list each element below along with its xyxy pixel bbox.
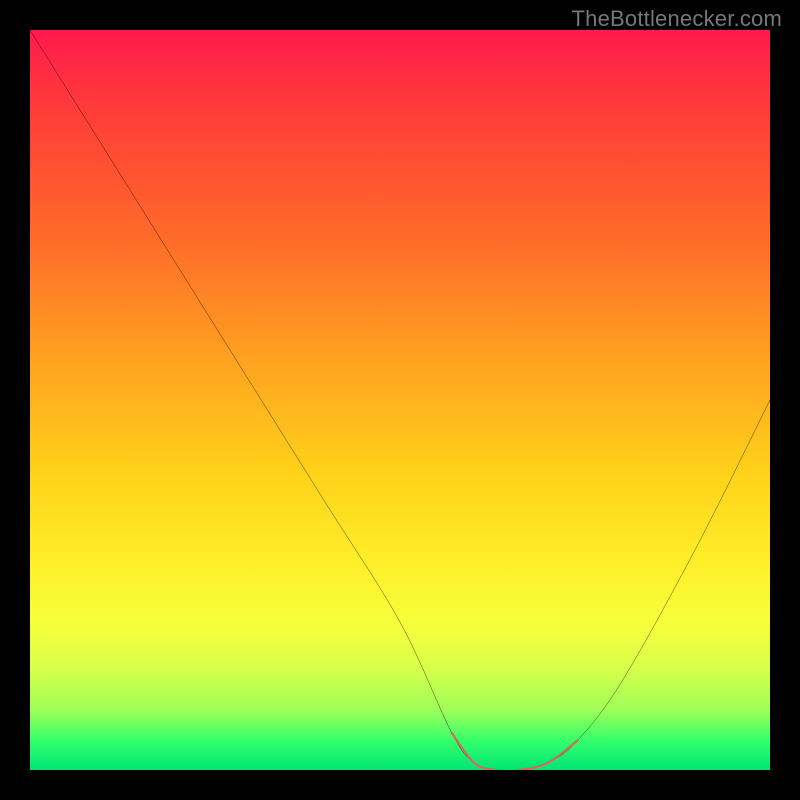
main-curve-path [30, 30, 770, 770]
chart-frame: TheBottlenecker.com [0, 0, 800, 800]
curve-layer [30, 30, 770, 770]
source-attribution: TheBottlenecker.com [572, 6, 782, 32]
trough-highlight-path [452, 733, 578, 770]
plot-area [30, 30, 770, 770]
